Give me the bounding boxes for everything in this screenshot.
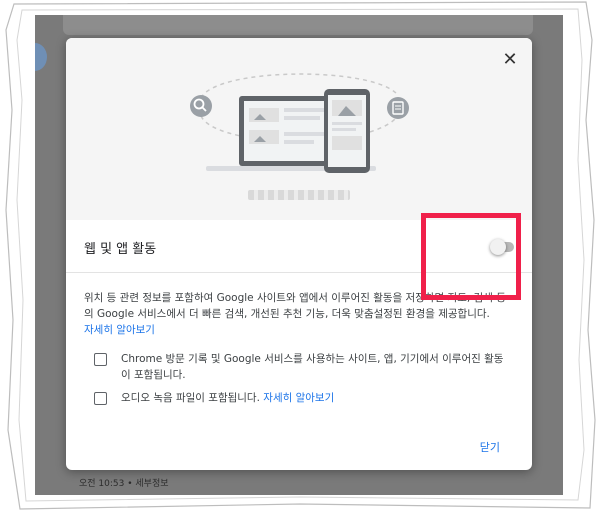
document-icon bbox=[387, 97, 409, 119]
audio-recording-checkbox[interactable] bbox=[94, 392, 107, 405]
audio-learn-more-link[interactable]: 자세히 알아보기 bbox=[263, 392, 334, 404]
chrome-history-checkbox[interactable] bbox=[94, 353, 107, 366]
close-button[interactable]: 닫기 bbox=[480, 439, 500, 455]
learn-more-link[interactable]: 자세히 알아보기 bbox=[84, 324, 155, 336]
audio-recording-label-wrap: 오디오 녹음 파일이 포함됩니다. 자세히 알아보기 bbox=[121, 390, 511, 406]
audio-recording-label: 오디오 녹음 파일이 포함됩니다. bbox=[121, 392, 260, 404]
search-icon bbox=[190, 95, 212, 117]
setting-title: 웹 및 앱 활동 bbox=[84, 242, 157, 257]
background-card bbox=[63, 15, 533, 35]
toggle-highlight-box bbox=[421, 213, 521, 300]
hero-illustration bbox=[66, 38, 532, 220]
chrome-history-label: Chrome 방문 기록 및 Google 서비스를 사용하는 사이트, 앱, … bbox=[121, 353, 504, 381]
background-footer-text: 오전 10:53 • 세부정보 bbox=[79, 479, 169, 489]
product-label-placeholder bbox=[248, 190, 350, 200]
phone-illustration bbox=[324, 89, 370, 173]
background-avatar bbox=[35, 43, 47, 71]
close-icon[interactable]: ✕ bbox=[500, 50, 520, 70]
